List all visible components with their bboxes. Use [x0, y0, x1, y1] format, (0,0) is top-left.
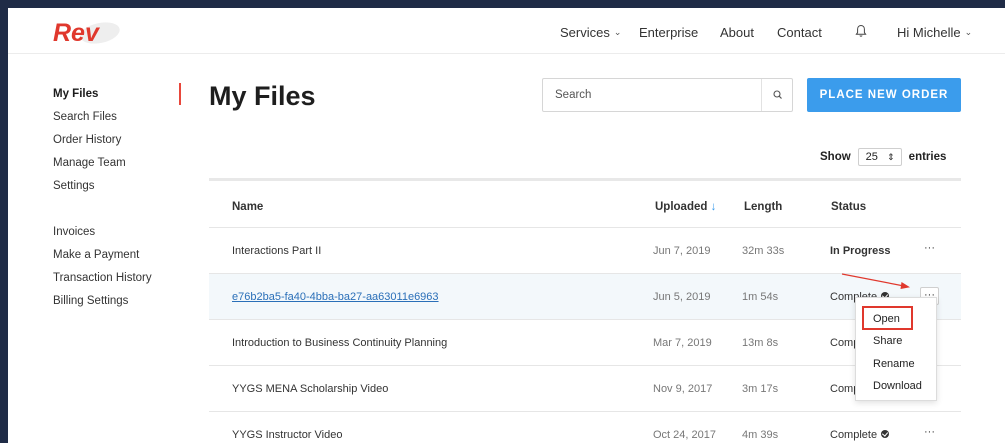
sidebar-item-settings[interactable]: Settings — [53, 180, 95, 192]
menu-item-share[interactable]: Share — [873, 335, 902, 347]
entries-select-value: 25 — [865, 151, 878, 163]
entries-control: Show 25 ⇕ entries — [820, 148, 946, 166]
file-uploaded: Jun 5, 2019 — [653, 291, 711, 303]
search-button[interactable] — [761, 79, 793, 111]
more-options-button[interactable]: ··· — [920, 425, 939, 443]
nav-about[interactable]: About — [720, 25, 754, 40]
entries-select[interactable]: 25 ⇕ — [857, 148, 902, 166]
file-uploaded: Jun 7, 2019 — [653, 245, 711, 257]
sidebar-item-make-payment[interactable]: Make a Payment — [53, 249, 139, 261]
nav-services-label: Services — [560, 25, 610, 40]
logo-text: Rev — [53, 19, 101, 46]
menu-item-download[interactable]: Download — [873, 380, 922, 392]
annotation-arrow — [841, 273, 910, 289]
file-uploaded: Oct 24, 2017 — [653, 429, 716, 441]
rev-logo[interactable]: Rev — [52, 18, 122, 47]
chevron-down-icon: ⌄ — [964, 27, 973, 37]
table-row[interactable]: Introduction to Business Continuity Plan… — [209, 319, 961, 365]
sort-arrow-icon: ↓ — [710, 201, 717, 213]
file-length: 4m 39s — [742, 429, 779, 441]
search-input[interactable] — [543, 79, 761, 111]
search-icon — [773, 90, 782, 99]
column-header-uploaded[interactable]: Uploaded ↓ — [655, 201, 716, 213]
table-row[interactable]: Interactions Part II Jun 7, 2019 32m 33s… — [209, 227, 961, 273]
file-status: In Progress — [830, 245, 891, 257]
bell-icon[interactable] — [854, 24, 868, 38]
sidebar-item-transaction-history[interactable]: Transaction History — [53, 272, 152, 284]
column-header-status[interactable]: Status — [831, 201, 866, 213]
file-name[interactable]: YYGS MENA Scholarship Video — [232, 383, 388, 395]
sidebar-item-manage-team[interactable]: Manage Team — [53, 157, 126, 169]
more-options-button[interactable]: ··· — [920, 241, 939, 259]
entries-show-label: Show — [820, 151, 851, 163]
nav-contact[interactable]: Contact — [777, 25, 822, 40]
nav-about-label: About — [720, 25, 754, 40]
sidebar-item-billing-settings[interactable]: Billing Settings — [53, 295, 128, 307]
top-navigation-bar: Rev Services ⌄ Enterprise About Contact … — [8, 8, 1005, 54]
entries-suffix-label: entries — [908, 151, 947, 163]
file-name[interactable]: Introduction to Business Continuity Plan… — [232, 337, 447, 349]
column-header-length[interactable]: Length — [744, 201, 782, 213]
file-name-link[interactable]: e76b2ba5-fa40-4bba-ba27-aa63011e6963 — [232, 291, 439, 303]
nav-services[interactable]: Services ⌄ — [560, 25, 621, 40]
menu-item-rename[interactable]: Rename — [873, 358, 915, 370]
sidebar-item-invoices[interactable]: Invoices — [53, 226, 95, 238]
file-uploaded: Mar 7, 2019 — [653, 337, 712, 349]
file-status: Complete — [830, 429, 890, 441]
user-menu[interactable]: Hi Michelle ⌄ — [897, 25, 972, 40]
select-arrows-icon: ⇕ — [887, 152, 895, 162]
app-window: Rev Services ⌄ Enterprise About Contact … — [8, 8, 1005, 443]
sidebar-active-marker — [179, 83, 181, 105]
file-uploaded: Nov 9, 2017 — [653, 383, 713, 395]
page-title: My Files — [209, 81, 316, 111]
row-actions-menu: Open Share Rename Download — [855, 297, 937, 401]
sidebar-item-search-files[interactable]: Search Files — [53, 111, 117, 123]
file-status-label: Complete — [830, 429, 878, 441]
sidebar-item-order-history[interactable]: Order History — [53, 134, 121, 146]
check-circle-icon — [881, 430, 890, 438]
file-name[interactable]: Interactions Part II — [232, 245, 321, 257]
user-menu-label: Hi Michelle — [897, 25, 961, 40]
nav-enterprise[interactable]: Enterprise — [639, 25, 698, 40]
table-row[interactable]: YYGS MENA Scholarship Video Nov 9, 2017 … — [209, 365, 961, 411]
sidebar-item-my-files[interactable]: My Files — [53, 88, 98, 100]
nav-contact-label: Contact — [777, 25, 822, 40]
file-length: 1m 54s — [742, 291, 779, 303]
search-box — [542, 78, 793, 112]
file-length: 32m 33s — [742, 245, 785, 257]
menu-item-open[interactable]: Open — [873, 313, 900, 325]
table-top-border — [209, 178, 961, 181]
column-header-uploaded-label: Uploaded — [655, 201, 708, 213]
table-row[interactable]: YYGS Instructor Video Oct 24, 2017 4m 39… — [209, 411, 961, 443]
file-length: 13m 8s — [742, 337, 779, 349]
column-header-name[interactable]: Name — [232, 201, 263, 213]
place-new-order-button[interactable]: PLACE NEW ORDER — [807, 78, 961, 112]
nav-enterprise-label: Enterprise — [639, 25, 699, 40]
chevron-down-icon: ⌄ — [613, 27, 622, 37]
file-name[interactable]: YYGS Instructor Video — [232, 429, 342, 441]
file-length: 3m 17s — [742, 383, 779, 395]
